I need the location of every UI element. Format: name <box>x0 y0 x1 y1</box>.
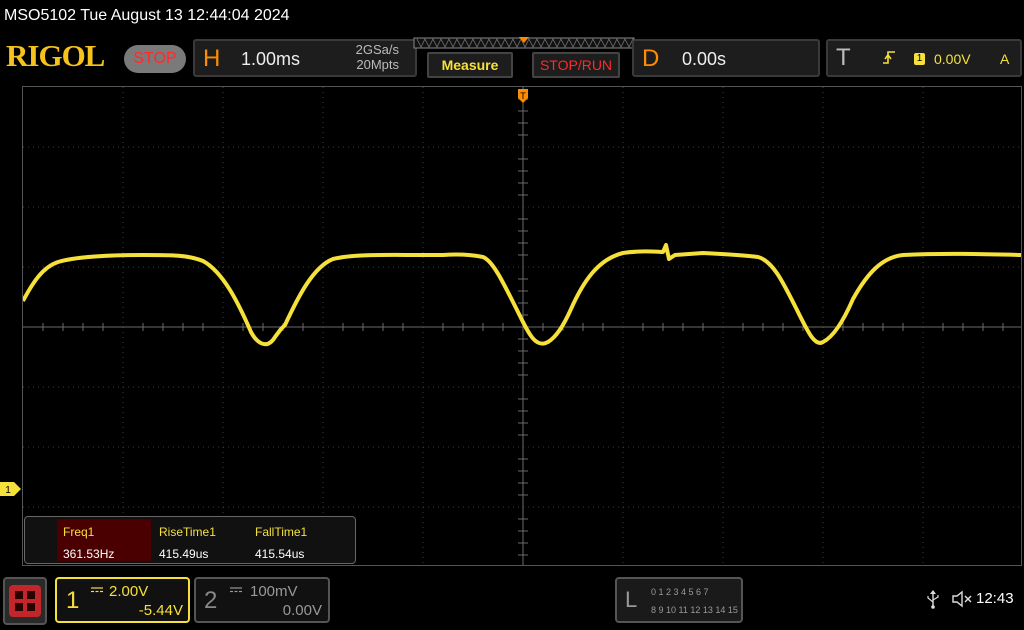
run-status-button[interactable]: STOP <box>124 45 186 73</box>
home-menu-button[interactable] <box>3 577 47 625</box>
ch1-offset: -5.44V <box>138 602 183 619</box>
ch1-waveform <box>23 243 1021 347</box>
ch2-panel[interactable]: 2 100mV 0.00V <box>194 577 330 623</box>
clock: 12:43 <box>976 590 1014 607</box>
grid-menu-icon <box>9 585 41 617</box>
logic-channels-row2: 8 9 10 11 12 13 14 15 <box>651 605 738 615</box>
delay-value: 0.00s <box>682 49 727 69</box>
measurement-item[interactable]: RiseTime1 415.49us <box>153 519 247 561</box>
horizontal-label: H <box>203 45 221 72</box>
ch2-number: 2 <box>204 587 218 614</box>
horizontal-panel[interactable]: H 1.00ms 2GSa/s 20Mpts <box>193 39 417 77</box>
waveform-display[interactable]: T <box>22 86 1022 566</box>
usb-icon <box>927 590 939 609</box>
trigger-label: T <box>836 44 851 71</box>
logic-label: L <box>625 587 638 612</box>
ch1-number: 1 <box>66 587 80 614</box>
dc-coupling-icon <box>91 587 103 593</box>
timebase-value: 1.00ms <box>241 49 301 69</box>
delay-panel[interactable]: D 0.00s <box>632 39 820 77</box>
sample-rate: 2GSa/s <box>355 42 399 57</box>
trigger-panel[interactable]: T 1 0.00V A <box>826 39 1022 77</box>
ch1-panel[interactable]: 1 2.00V -5.44V <box>55 577 190 623</box>
measurement-value: 415.54us <box>255 547 305 561</box>
ch1-scale: 2.00V <box>109 583 149 600</box>
rising-edge-icon <box>883 51 895 64</box>
logic-channels-row1: 0 1 2 3 4 5 6 7 <box>651 587 709 597</box>
title-bar: MSO5102 Tue August 13 12:44:04 2024 <box>4 7 290 24</box>
trigger-source-badge: 1 <box>914 53 925 65</box>
measure-button[interactable]: Measure <box>427 52 513 78</box>
logic-analyzer-panel[interactable]: L 0 1 2 3 4 5 6 7 8 9 10 11 12 13 14 15 <box>615 577 743 623</box>
measurement-label: RiseTime1 <box>159 525 216 539</box>
stop-run-button[interactable]: STOP/RUN <box>532 52 620 78</box>
measurement-panel[interactable]: Freq1 361.53Hz RiseTime1 415.49us FallTi… <box>24 516 356 564</box>
ch2-scale: 100mV <box>250 583 298 600</box>
dc-coupling-icon <box>230 587 242 593</box>
svg-text:T: T <box>520 91 526 101</box>
waveform-grid: T <box>23 87 1021 565</box>
measurement-item[interactable]: Freq1 361.53Hz <box>57 519 151 561</box>
measurement-value: 415.49us <box>159 547 209 561</box>
speaker-muted-icon[interactable] <box>951 590 973 608</box>
measurement-item[interactable]: FallTime1 415.54us <box>249 519 343 561</box>
delay-label: D <box>642 45 660 72</box>
ch2-offset: 0.00V <box>282 602 322 619</box>
measurement-label: Freq1 <box>63 525 95 539</box>
trigger-marker-icon: T <box>518 89 528 103</box>
measurement-label: FallTime1 <box>255 525 308 539</box>
measurement-value: 361.53Hz <box>63 547 115 561</box>
memory-position-bar[interactable] <box>413 37 635 51</box>
memory-depth: 20Mpts <box>356 57 399 72</box>
rigol-logo: RIGOL <box>6 38 105 73</box>
trigger-mode: A <box>1000 51 1010 67</box>
ch1-offset-marker[interactable]: 1 <box>0 482 22 496</box>
ch1-marker-label: 1 <box>5 485 11 496</box>
trigger-level: 0.00V <box>934 51 971 67</box>
